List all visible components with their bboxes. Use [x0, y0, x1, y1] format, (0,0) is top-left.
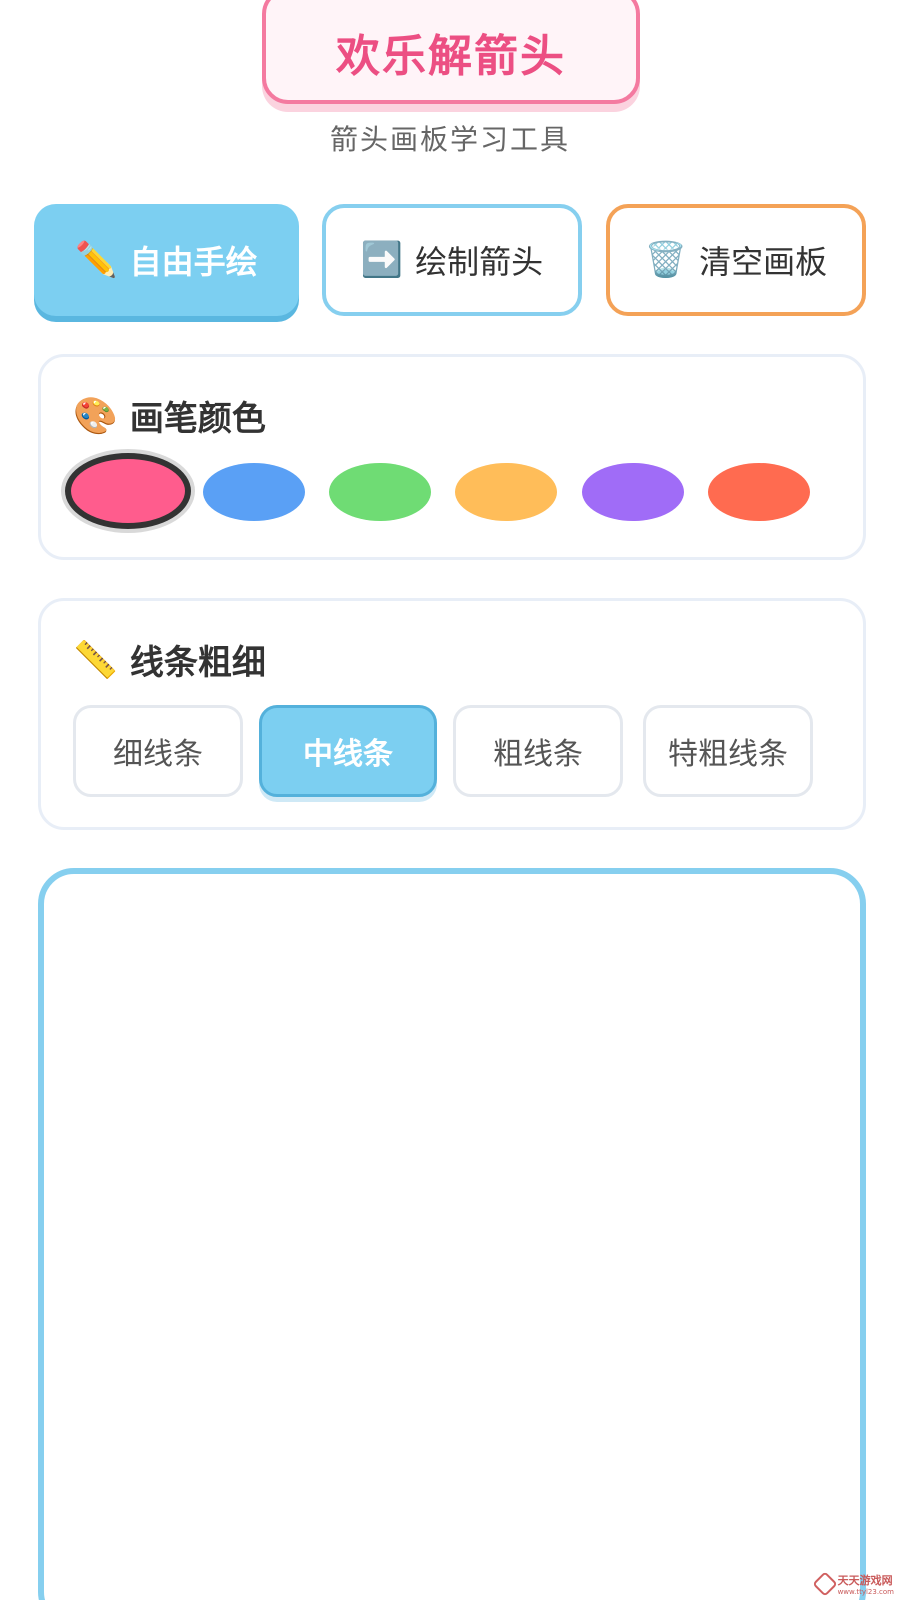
site-watermark: 天天游戏网 www.ttyl23.com [811, 1571, 894, 1597]
line-width-title: 线条粗细 [129, 643, 266, 683]
color-swatch-5[interactable] [582, 463, 684, 521]
watermark-url: www.ttyl23.com [837, 1588, 894, 1596]
free-draw-button[interactable]: ✏️ 自由手绘 [34, 204, 299, 316]
watermark-text: 天天游戏网 [837, 1574, 893, 1587]
draw-arrow-button[interactable]: ➡️ 绘制箭头 [322, 204, 582, 316]
color-swatch-6[interactable] [708, 463, 810, 521]
brush-color-panel: 🎨 画笔颜色 [38, 354, 866, 560]
right-arrow-icon: ➡️ [360, 240, 404, 280]
width-option-thin[interactable]: 细线条 [73, 705, 243, 797]
title-banner: 欢乐解箭头 [262, 0, 640, 104]
line-width-panel: 📏 线条粗细 细线条 中线条 粗线条 特粗线条 [38, 598, 866, 830]
clear-canvas-button[interactable]: 🗑️ 清空画板 [606, 204, 866, 316]
line-width-heading: 📏 线条粗细 [73, 635, 266, 684]
color-swatch-4[interactable] [455, 463, 557, 521]
drawing-canvas[interactable] [38, 868, 866, 1600]
clear-canvas-label: 清空画板 [699, 243, 828, 281]
pencil-icon: ✏️ [75, 240, 118, 280]
draw-arrow-label: 绘制箭头 [415, 243, 544, 281]
app-title: 欢乐解箭头 [336, 31, 566, 82]
width-option-thick[interactable]: 粗线条 [453, 705, 623, 797]
free-draw-label: 自由手绘 [129, 243, 258, 281]
brush-color-heading: 🎨 画笔颜色 [73, 391, 266, 440]
color-swatch-3[interactable] [329, 463, 431, 521]
width-option-extra-thick[interactable]: 特粗线条 [643, 705, 813, 797]
width-option-medium[interactable]: 中线条 [259, 705, 437, 797]
palette-icon: 🎨 [73, 395, 118, 437]
color-swatch-1[interactable] [65, 453, 191, 529]
ruler-icon: 📏 [73, 639, 118, 681]
app-subtitle: 箭头画板学习工具 [329, 123, 570, 156]
watermark-logo-icon [811, 1571, 838, 1597]
brush-color-title: 画笔颜色 [129, 399, 266, 439]
app-screen: 欢乐解箭头 箭头画板学习工具 ✏️ 自由手绘 ➡️ 绘制箭头 🗑️ 清空画板 🎨… [0, 0, 900, 1600]
trash-icon: 🗑️ [644, 240, 688, 280]
color-swatch-2[interactable] [203, 463, 305, 521]
